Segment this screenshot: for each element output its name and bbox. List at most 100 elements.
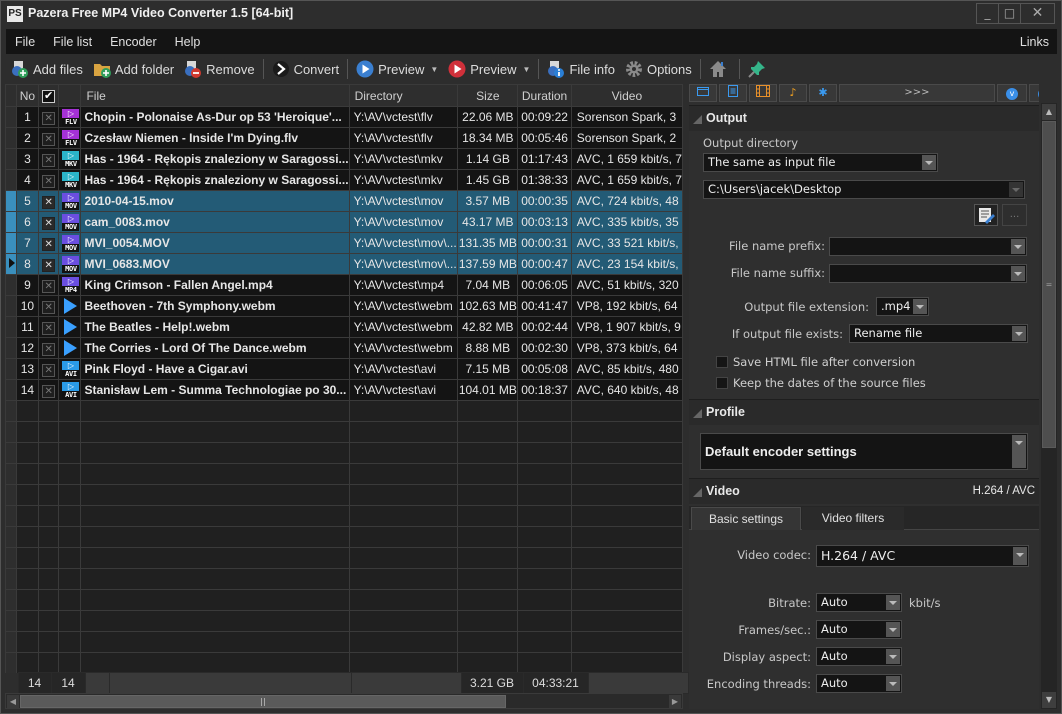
profile-select[interactable]: Default encoder settings	[700, 433, 1028, 470]
convert-button[interactable]: Convert	[267, 57, 345, 81]
column-header-size[interactable]: Size	[457, 84, 519, 107]
home-button[interactable]	[704, 57, 736, 81]
scroll-left-arrow[interactable]: ◀	[7, 695, 19, 708]
column-header-video[interactable]: Video	[570, 84, 683, 107]
chevron-down-icon[interactable]: ▼	[430, 65, 438, 74]
scroll-right-arrow[interactable]: ▶	[669, 695, 681, 708]
collapse-all-button[interactable]: v	[997, 84, 1027, 102]
empty-cell	[15, 526, 39, 548]
column-header-duration[interactable]: Duration	[517, 84, 572, 107]
panel-tab-video[interactable]	[749, 84, 777, 102]
if-exists-select[interactable]: Rename file	[849, 324, 1028, 343]
pin-button[interactable]	[743, 57, 775, 81]
section-profile-header[interactable]: Profile	[689, 399, 1039, 425]
table-row[interactable]: 8 ✕ ▷ MOV MVI_0683.MOV Y:\AV\vctest\mov\... 13…	[5, 253, 683, 275]
row-checkbox[interactable]: ✕	[42, 321, 56, 335]
scroll-down-arrow[interactable]: ▼	[1042, 692, 1056, 708]
output-directory-mode-select[interactable]: The same as input file	[703, 153, 938, 172]
panel-tab-output[interactable]	[689, 84, 717, 102]
row-checkbox[interactable]: ✕	[42, 258, 56, 272]
table-row[interactable]: 1 ✕ ▷ FLV Chopin - Polonaise As-Dur op 53 'H…	[5, 106, 683, 128]
column-header-check[interactable]: ✔	[37, 84, 60, 107]
maximize-button[interactable]: □	[999, 4, 1021, 23]
menu-help[interactable]: Help	[166, 35, 210, 49]
file-info-button[interactable]: File info	[542, 57, 620, 81]
row-checkbox[interactable]: ✕	[42, 132, 56, 146]
panel-vertical-scrollbar[interactable]: ▲ = ▼	[1041, 103, 1057, 709]
menu-links[interactable]: Links	[1011, 35, 1057, 49]
table-row[interactable]: 6 ✕ ▷ MOV cam_0083.mov Y:\AV\vctest\mov 43.17 …	[5, 211, 683, 233]
edit-directory-button[interactable]	[974, 204, 998, 226]
table-row[interactable]: 3 ✕ ▷ MKV Has - 1964 - Rękopis znaleziony w …	[5, 148, 683, 170]
convert-label: Convert	[293, 61, 340, 77]
keep-dates-checkbox[interactable]	[716, 377, 728, 389]
table-row[interactable]: 2 ✕ ▷ FLV Czesław Niemen - Inside I'm Dying.…	[5, 127, 683, 149]
row-checkbox[interactable]: ✕	[42, 300, 56, 314]
preview-button-1[interactable]: Preview ▼	[351, 57, 443, 81]
table-row[interactable]: 14 ✕ ▷ AVI Stanisław Lem - Summa Technologia…	[5, 379, 683, 401]
horizontal-scrollbar[interactable]: ◀ || ▶	[5, 693, 683, 709]
remove-button[interactable]: Remove	[179, 57, 259, 81]
vertical-scroll-thumb[interactable]: =	[1042, 121, 1056, 448]
display-aspect-select[interactable]: Auto	[816, 647, 902, 666]
extension-select[interactable]: .mp4	[876, 297, 929, 316]
row-checkbox[interactable]: ✕	[42, 237, 56, 251]
add-files-button[interactable]: Add files	[6, 57, 88, 81]
fps-select[interactable]: Auto	[816, 620, 902, 639]
output-directory-path-input[interactable]: C:\Users\jacek\Desktop	[703, 180, 1025, 199]
minimize-button[interactable]: _	[977, 4, 999, 23]
chevron-down-icon[interactable]: ▼	[523, 65, 531, 74]
close-button[interactable]: ✕	[1021, 4, 1054, 23]
section-video-header[interactable]: Video H.264 / AVC	[689, 478, 1039, 504]
column-header-no[interactable]: No	[15, 84, 39, 107]
row-checkbox[interactable]: ✕	[42, 195, 56, 209]
expand-all-button[interactable]: ^	[1029, 84, 1039, 102]
video-codec-select[interactable]: H.264 / AVC	[816, 545, 1029, 567]
horizontal-scroll-thumb[interactable]: ||	[20, 695, 506, 708]
table-row[interactable]: 5 ✕ ▷ MOV 2010-04-15.mov Y:\AV\vctest\mov 3.57…	[5, 190, 683, 212]
panel-tab-settings[interactable]: ✱	[809, 84, 837, 102]
column-header-directory[interactable]: Directory	[348, 84, 459, 107]
row-checkbox[interactable]: ✕	[42, 363, 56, 377]
row-checkbox[interactable]: ✕	[42, 216, 56, 230]
browse-button[interactable]: ...	[1002, 204, 1027, 226]
table-row[interactable]: 9 ✕ ▷ MP4 King Crimson - Fallen Angel.mp4 Y:\…	[5, 274, 683, 296]
table-row[interactable]: 11 ✕ The Beatles - Help!.webm Y:\AV\vctest\…	[5, 316, 683, 338]
preview-button-2[interactable]: Preview ▼	[443, 57, 535, 81]
panel-tab-profile[interactable]	[719, 84, 747, 102]
table-row[interactable]: 12 ✕ The Corries - Lord Of The Dance.webm Y…	[5, 337, 683, 359]
table-row[interactable]: 13 ✕ ▷ AVI Pink Floyd - Have a Cigar.avi Y:\A…	[5, 358, 683, 380]
empty-cell	[5, 421, 17, 443]
column-header-file[interactable]: File	[80, 84, 350, 107]
add-folder-button[interactable]: Add folder	[88, 57, 179, 81]
table-row[interactable]: 7 ✕ ▷ MOV MVI_0054.MOV Y:\AV\vctest\mov\... 13…	[5, 232, 683, 254]
menu-file[interactable]: File	[6, 35, 44, 49]
section-output-title: Output	[706, 111, 747, 125]
table-row[interactable]: 4 ✕ ▷ MKV Has - 1964 - Rękopis znaleziony w …	[5, 169, 683, 191]
panel-tab-more[interactable]: >>>	[839, 84, 995, 102]
row-checkbox[interactable]: ✕	[42, 153, 56, 167]
table-row[interactable]: 10 ✕ Beethoven - 7th Symphony.webm Y:\AV\vc…	[5, 295, 683, 317]
webm-play-icon	[64, 298, 78, 314]
tab-basic-settings[interactable]: Basic settings	[691, 507, 801, 530]
row-checkbox[interactable]: ✕	[42, 384, 56, 398]
tab-video-filters[interactable]: Video filters	[802, 507, 904, 530]
row-checkbox[interactable]: ✕	[42, 174, 56, 188]
section-output-header[interactable]: Output	[689, 105, 1039, 131]
encoding-threads-select[interactable]: Auto	[816, 674, 902, 693]
suffix-input[interactable]	[829, 264, 1027, 283]
row-checkbox[interactable]: ✕	[42, 111, 56, 125]
prefix-input[interactable]	[829, 237, 1027, 256]
row-check-cell: ✕	[37, 232, 60, 254]
check-all-checkbox[interactable]: ✔	[42, 90, 56, 103]
bitrate-select[interactable]: Auto	[816, 593, 902, 612]
row-checkbox[interactable]: ✕	[42, 342, 56, 356]
menu-file-list[interactable]: File list	[44, 35, 101, 49]
menu-encoder[interactable]: Encoder	[101, 35, 166, 49]
options-button[interactable]: Options	[620, 57, 697, 81]
scroll-up-arrow[interactable]: ▲	[1042, 104, 1056, 120]
menu-bar: File File list Encoder Help Links	[6, 29, 1057, 54]
panel-tab-audio[interactable]: ♪	[779, 84, 807, 102]
save-html-checkbox[interactable]	[716, 356, 728, 368]
row-checkbox[interactable]: ✕	[42, 279, 56, 293]
